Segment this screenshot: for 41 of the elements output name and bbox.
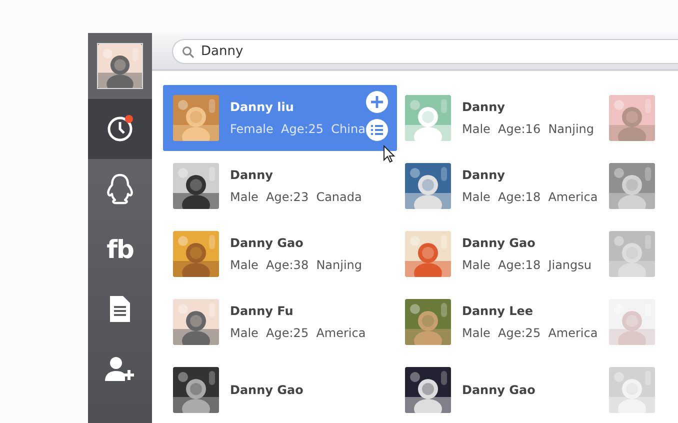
contact-name: Danny Lee	[462, 304, 534, 318]
contact-name: Danny Fu	[230, 304, 294, 318]
contact-card[interactable]: Danny Male Age:16 Nanjing	[395, 85, 599, 151]
clock-icon	[106, 115, 134, 143]
add-button[interactable]	[366, 91, 388, 113]
contact-details: Male Age:25 America	[230, 326, 366, 340]
contact-card[interactable]: Danny Gao Male Age:38 Nanjing	[163, 221, 397, 287]
contact-card[interactable]: Danny Gao	[163, 357, 397, 423]
search-field[interactable]: Danny	[172, 38, 678, 64]
contact-card[interactable]: Danny Gao	[395, 357, 599, 423]
contact-details: Male Age:25 America	[462, 326, 598, 340]
document-icon	[108, 295, 132, 323]
fb-logo: fb	[106, 234, 134, 264]
contact-name: Danny	[230, 168, 274, 182]
contact-details: Male Age:38 Nanjing	[230, 258, 362, 272]
contact-card[interactable]: Danny Male Age:18 America	[395, 153, 599, 219]
contact-card[interactable]: Danny Fu Male Age:25 America	[163, 289, 397, 355]
contact-details: Male Age:23 Canada	[230, 190, 362, 204]
contact-details: Male Age:18 Jiangsu	[462, 258, 592, 272]
sidebar-item[interactable]: fb	[88, 219, 152, 279]
cursor-icon	[383, 145, 395, 163]
contact-details: Female Age:25 China	[230, 122, 366, 136]
contact-details: Male Age:18 America	[462, 190, 598, 204]
contact-card[interactable]: Danny Lee Male Age:25 America	[395, 289, 599, 355]
add-user-icon	[105, 355, 135, 383]
contact-name: Danny Gao	[462, 236, 536, 250]
plus-icon	[371, 96, 383, 108]
contact-name: Danny liu	[230, 100, 295, 114]
sidebar-item[interactable]	[88, 99, 152, 159]
contact-card[interactable]: Danny Gao Male Age:18 Jiangsu	[395, 221, 599, 287]
contact-name: Danny Gao	[462, 383, 536, 397]
list-icon	[371, 125, 383, 135]
penguin-icon	[106, 173, 134, 205]
contact-details: Male Age:16 Nanjing	[462, 122, 594, 136]
search-icon	[182, 46, 194, 58]
contact-name: Danny Gao	[230, 236, 304, 250]
contact-card[interactable]: Danny Male Age:23 Canada	[163, 153, 397, 219]
contact-name: Danny Gao	[230, 383, 304, 397]
details-button[interactable]	[366, 119, 388, 141]
contact-name: Danny	[462, 100, 506, 114]
contact-name: Danny	[462, 168, 506, 182]
